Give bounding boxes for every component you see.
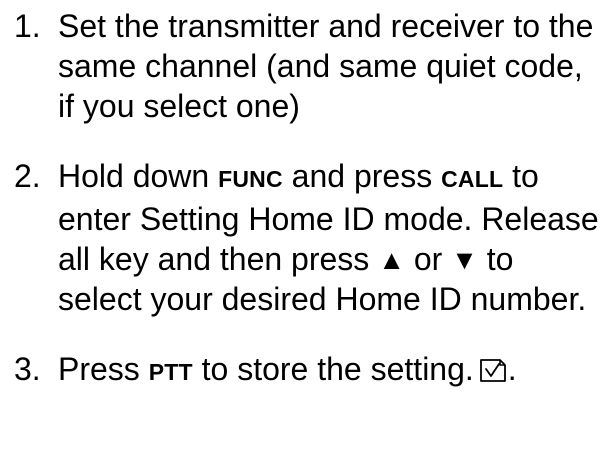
- step-text: Press: [58, 351, 149, 387]
- instruction-list: 1. Set the transmitter and receiver to t…: [14, 6, 604, 392]
- step-text: .: [507, 351, 517, 387]
- step-3: 3. Press PTT to store the setting. .: [14, 349, 604, 392]
- step-text: and press: [282, 158, 442, 194]
- step-text: Hold down: [58, 158, 219, 194]
- step-number: 2.: [14, 158, 41, 194]
- step-1: 1. Set the transmitter and receiver to t…: [14, 6, 604, 126]
- step-2: 2. Hold down FUNC and press CALL to ente…: [14, 156, 604, 319]
- up-arrow-icon: ▲: [378, 245, 405, 275]
- store-setting-icon: [479, 359, 506, 382]
- down-arrow-icon: ▼: [451, 245, 478, 275]
- step-text: to store the setting.: [192, 351, 474, 387]
- ptt-key-label: PTT: [148, 359, 193, 385]
- step-number: 3.: [14, 351, 41, 387]
- step-text: or: [404, 241, 452, 277]
- func-key-label: FUNC: [218, 166, 283, 192]
- step-text: Set the transmitter and receiver to the …: [58, 8, 594, 124]
- step-number: 1.: [14, 8, 41, 44]
- call-key-label: CALL: [441, 166, 504, 192]
